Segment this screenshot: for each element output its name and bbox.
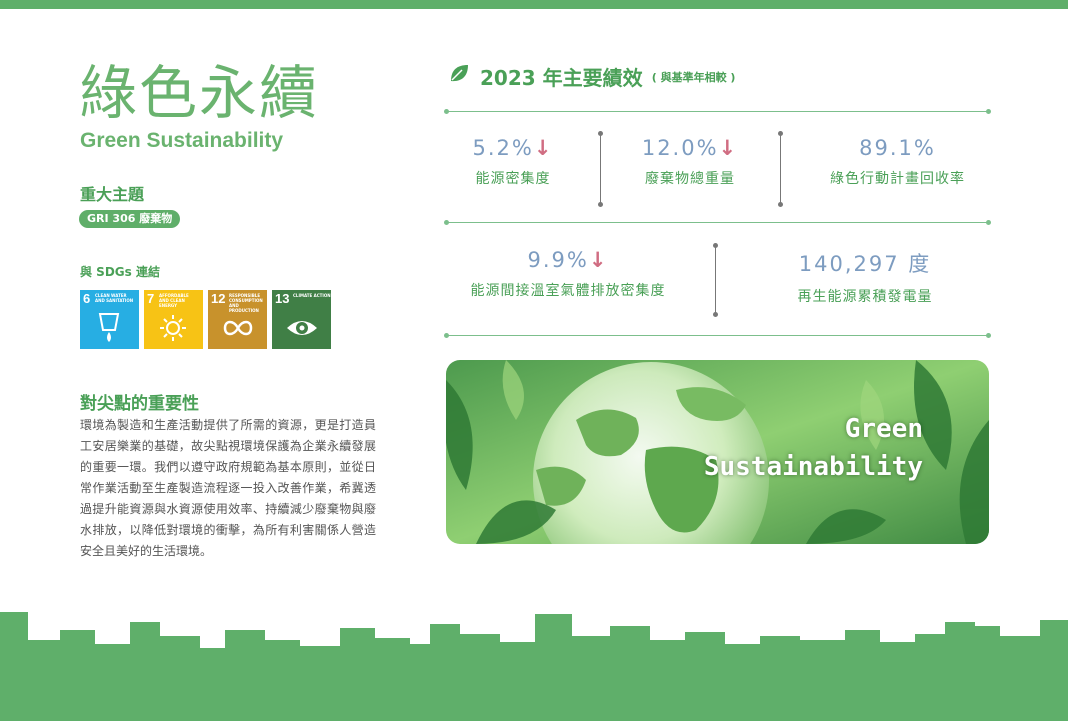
metric-label: 再生能源累積發電量 [797, 289, 933, 305]
metric-value: 12.0% [641, 136, 719, 160]
gri-badge: GRI 306 廢棄物 [79, 210, 181, 228]
banner-caption: Green Sustainability [704, 410, 923, 486]
sdg-heading: 與 SDGs 連結 [80, 265, 160, 279]
page-subtitle: Green Sustainability [80, 129, 284, 152]
sdg-number: 12 [211, 291, 226, 306]
metric-value: 140,297 度 [798, 252, 932, 276]
metric-label: 廢棄物總重量 [645, 171, 735, 187]
metric-ghg-intensity: 9.9%↓ 能源間接溫室氣體排放密集度 [448, 248, 688, 300]
material-topic-heading: 重大主題 [80, 185, 145, 204]
eye-globe-icon [287, 321, 317, 335]
sdg-text: CLEAN WATER AND SANITATION [95, 293, 134, 303]
metric-energy-intensity: 5.2%↓ 能源密集度 [448, 136, 578, 188]
banner-line-1: Green [844, 414, 923, 444]
divider [444, 333, 991, 338]
divider [598, 131, 603, 207]
banner-line-2: Sustainability [703, 452, 923, 482]
metric-label: 能源密集度 [475, 171, 551, 187]
sdg-6-tile: 6 CLEAN WATER AND SANITATION [80, 290, 139, 349]
down-arrow-icon: ↓ [588, 248, 609, 272]
green-earth-banner: Green Sustainability [446, 360, 989, 544]
metric-renewable-energy: 140,297 度 再生能源累積發電量 [745, 248, 985, 306]
infinity-icon [223, 320, 253, 336]
divider [778, 131, 783, 207]
metric-value: 9.9% [527, 248, 589, 272]
performance-header: 2023 年主要績效 ( 與基準年相較 ) [448, 62, 735, 91]
sdg-13-tile: 13 CLIMATE ACTION [272, 290, 331, 349]
performance-title: 2023 年主要績效 [480, 66, 643, 90]
sdg-7-tile: 7 AFFORDABLE AND CLEAN ENERGY [144, 290, 203, 349]
metric-recycling-rate: 89.1% 綠色行動計畫回收率 [800, 136, 995, 188]
sdg-text: AFFORDABLE AND CLEAN ENERGY [159, 293, 189, 308]
city-skyline-decoration [0, 612, 1068, 721]
metric-value: 89.1% [859, 136, 936, 160]
leaf-icon [451, 65, 468, 82]
sdg-number: 13 [275, 291, 290, 306]
metric-label: 能源間接溫室氣體排放密集度 [470, 283, 666, 299]
sdg-text: CLIMATE ACTION [293, 293, 331, 298]
sdg-number: 6 [83, 291, 91, 306]
sun-icon [160, 315, 186, 341]
divider [713, 243, 718, 317]
sdg-number: 7 [147, 291, 155, 306]
down-arrow-icon: ↓ [718, 136, 739, 160]
water-icon [98, 313, 120, 342]
divider [444, 109, 991, 114]
divider [444, 220, 991, 225]
metric-label: 綠色行動計畫回收率 [830, 171, 965, 187]
top-accent-bar [0, 0, 1068, 9]
importance-body: 環境為製造和生產活動提供了所需的資源，更是打造員工安居樂業的基礎，故尖點視環境保… [80, 418, 376, 558]
page-title: 綠色永續 [79, 59, 320, 127]
metric-value: 5.2% [472, 136, 534, 160]
metric-waste-weight: 12.0%↓ 廢棄物總重量 [620, 136, 760, 188]
performance-subtitle: ( 與基準年相較 ) [651, 70, 736, 84]
sdg-12-tile: 12 RESPONSIBLE CONSUMPTION AND PRODUCTIO… [208, 290, 267, 349]
down-arrow-icon: ↓ [533, 136, 554, 160]
importance-heading: 對尖點的重要性 [80, 394, 199, 414]
